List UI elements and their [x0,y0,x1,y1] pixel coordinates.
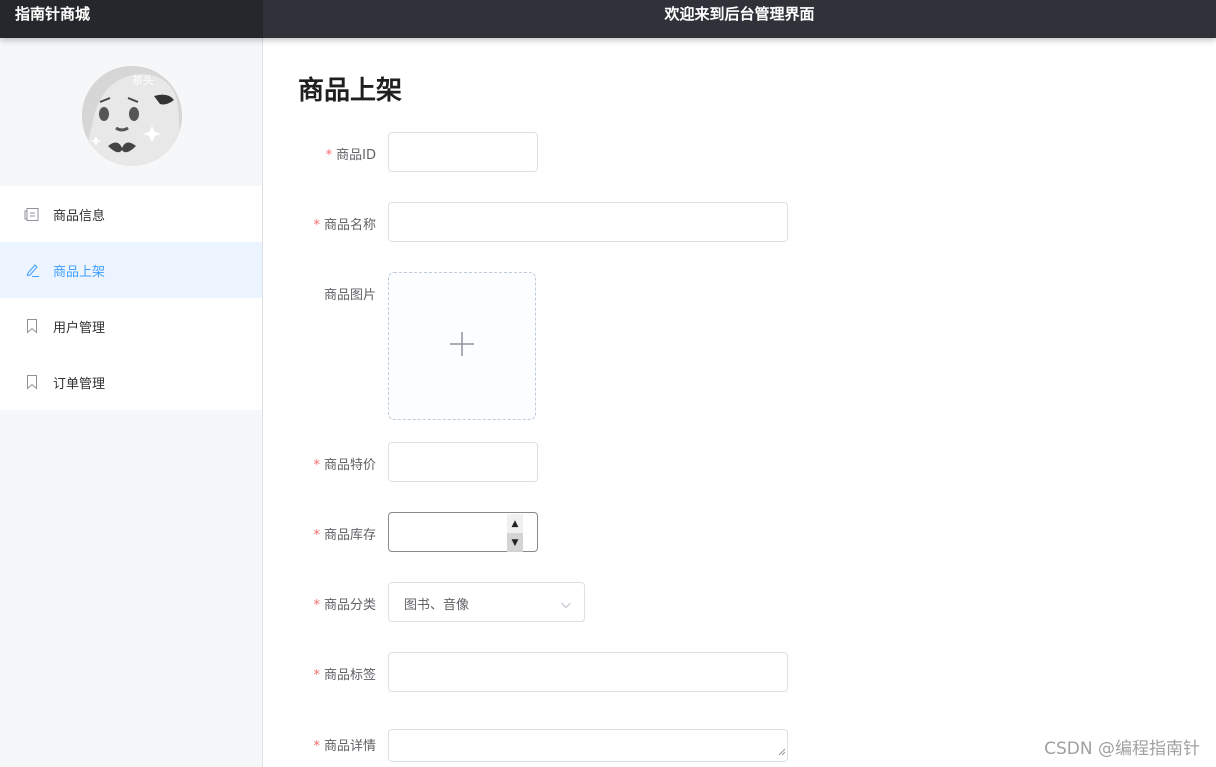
sidebar-item-label: 商品信息 [53,208,106,224]
brand-title: 指南针商城 [0,0,263,38]
main-content: 商品上架 * 商品ID * 商品名称 商品图片 * 商品特价 * 商品库存 ▲ ▼ [264,38,1216,767]
field-label: * 商品ID [325,148,376,163]
form-row-stock: * 商品库存 ▲ ▼ [264,512,1164,552]
watermark: CSDN @编程指南针 [1044,739,1200,759]
resize-handle-icon[interactable] [778,741,786,760]
avatar-icon: 茶头 [82,66,182,166]
detail-textarea[interactable] [388,729,788,762]
document-icon [24,206,40,222]
form-row-id: * 商品ID [264,132,1164,172]
sidebar-item-label: 订单管理 [53,376,106,392]
price-input[interactable] [388,442,538,482]
form-row-category: * 商品分类 图书、音像 [264,582,1164,622]
avatar-area: 茶头 [0,38,262,186]
image-upload[interactable] [388,272,536,420]
form-row-detail: * 商品详情 [264,729,1164,763]
sidebar-item-label: 商品上架 [53,264,106,280]
welcome-text: 欢迎来到后台管理界面 [664,5,815,23]
product-id-input[interactable] [388,132,538,172]
top-bar: 指南针商城 欢迎来到后台管理界面 [0,0,1216,38]
stock-number-input[interactable]: ▲ ▼ [388,512,538,552]
field-label: * 商品名称 [313,218,376,233]
form-row-image: 商品图片 [264,272,1164,420]
form-row-name: * 商品名称 [264,202,1164,242]
stepper-up-icon[interactable]: ▲ [507,514,523,533]
category-selected-value: 图书、音像 [404,598,470,613]
sidebar-item-product-listing[interactable]: 商品上架 [0,242,262,298]
form-row-tags: * 商品标签 [264,652,1164,692]
form-row-price: * 商品特价 [264,442,1164,482]
field-label: * 商品标签 [313,668,376,683]
quantity-stepper[interactable]: ▲ ▼ [507,514,523,552]
sidebar-item-user-management[interactable]: 用户管理 [0,298,262,354]
sidebar-item-label: 用户管理 [53,320,106,336]
bookmark-icon [24,374,40,390]
chevron-down-icon [560,596,572,615]
plus-icon [449,331,475,361]
field-label: * 商品特价 [313,458,376,473]
sidebar-item-product-info[interactable]: 商品信息 [0,186,262,242]
category-select[interactable]: 图书、音像 [388,582,585,622]
field-label: * 商品库存 [313,528,376,543]
sidebar: 茶头 商品信息 商品上架 用户管理 订单管理 [0,38,263,767]
field-label: * 商品分类 [313,598,376,613]
stepper-down-icon[interactable]: ▼ [507,533,523,552]
field-label: * 商品详情 [313,739,376,754]
bookmark-icon [24,318,40,334]
product-name-input[interactable] [388,202,788,242]
sidebar-menu: 商品信息 商品上架 用户管理 订单管理 [0,186,262,410]
sidebar-item-order-management[interactable]: 订单管理 [0,354,262,410]
edit-icon [24,262,40,278]
svg-text:茶头: 茶头 [132,74,154,87]
tags-input[interactable] [388,652,788,692]
field-label: 商品图片 [323,288,376,303]
page-title: 商品上架 [298,76,403,106]
